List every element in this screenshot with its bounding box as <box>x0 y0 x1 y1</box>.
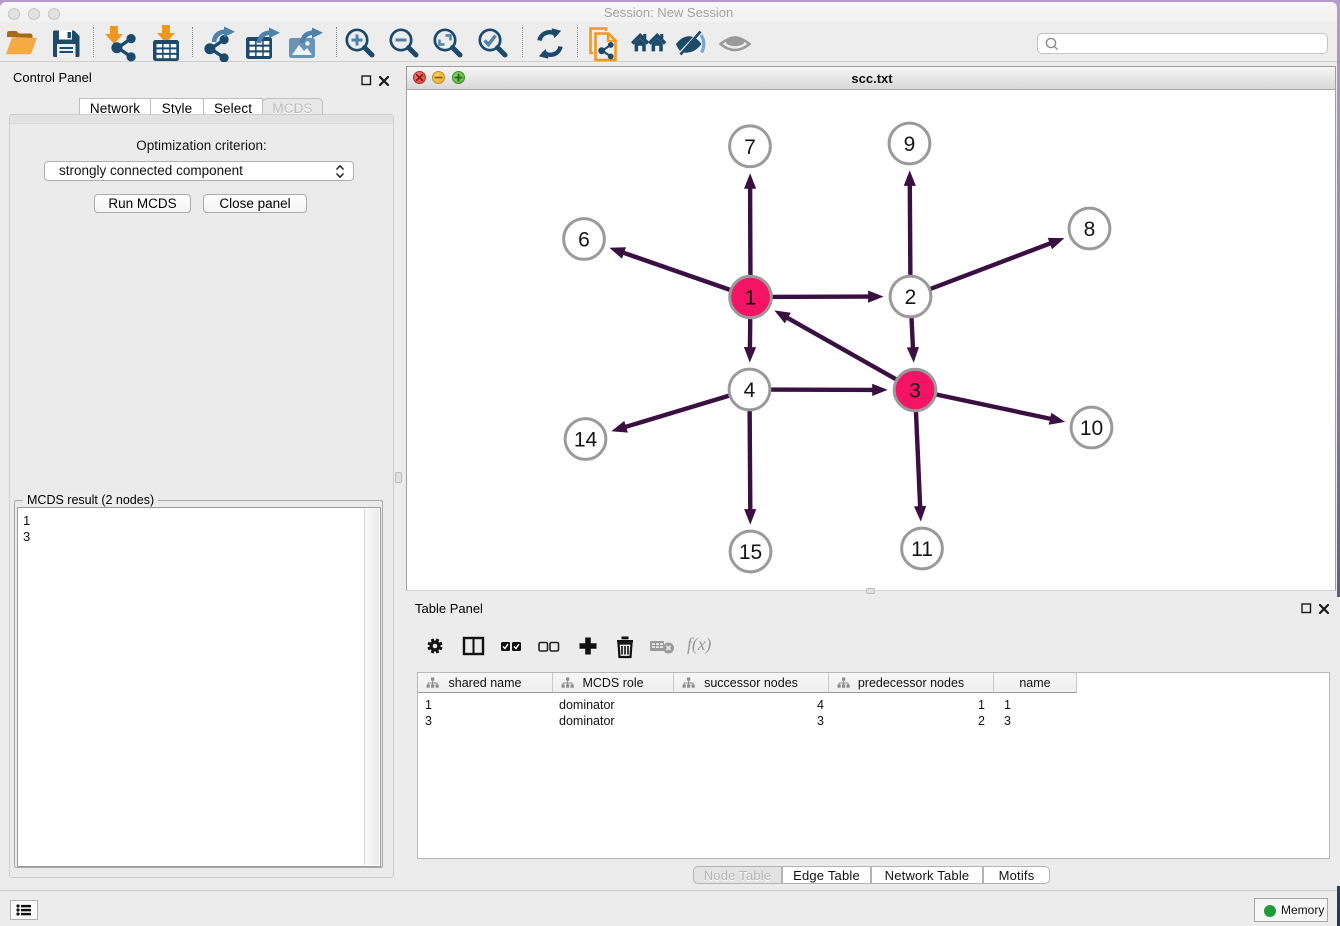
svg-text:2: 2 <box>905 286 917 309</box>
svg-text:1: 1 <box>745 287 757 310</box>
svg-text:7: 7 <box>744 136 756 159</box>
svg-text:15: 15 <box>739 541 762 564</box>
svg-text:3: 3 <box>909 380 921 403</box>
svg-text:10: 10 <box>1080 417 1103 440</box>
svg-text:11: 11 <box>911 538 933 561</box>
svg-text:4: 4 <box>744 379 756 402</box>
svg-text:9: 9 <box>904 133 916 156</box>
svg-text:8: 8 <box>1084 218 1096 241</box>
svg-text:6: 6 <box>578 229 590 252</box>
svg-text:14: 14 <box>574 429 598 452</box>
